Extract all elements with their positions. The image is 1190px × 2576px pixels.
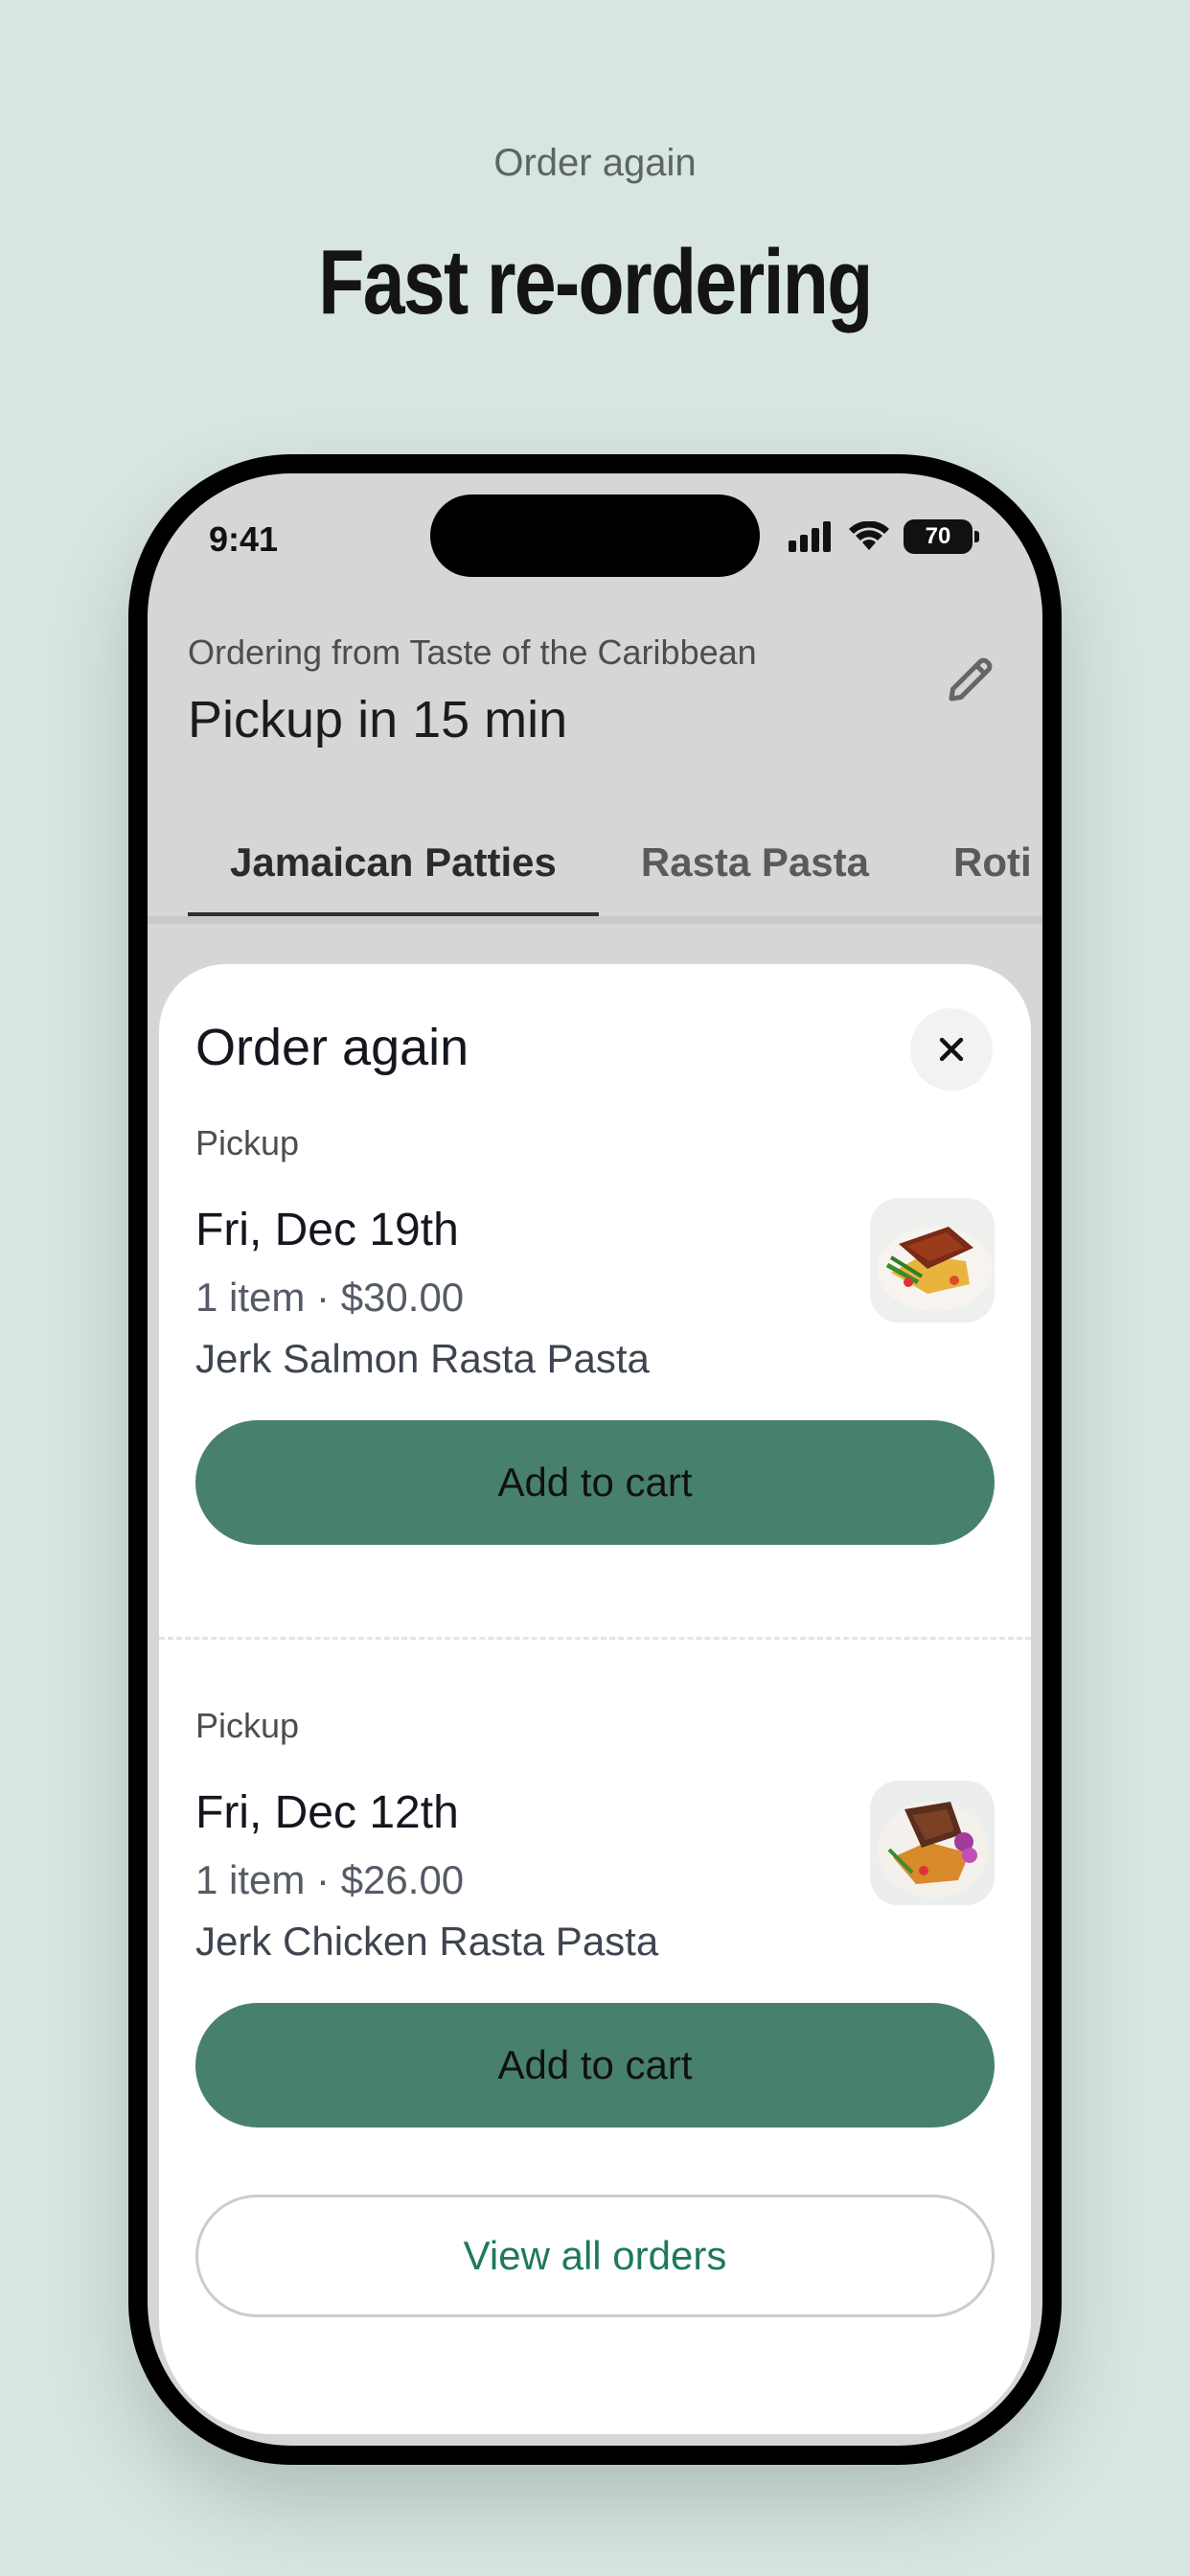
edit-button[interactable] <box>937 646 1004 713</box>
add-to-cart-button[interactable]: Add to cart <box>195 1420 995 1545</box>
order-date: Fri, Dec 12th <box>195 1787 459 1838</box>
eyebrow-text: Order again <box>493 142 697 184</box>
phone-screen: 9:41 70 Ordering from Taste of the Carib… <box>148 473 1042 2446</box>
status-icons: 70 <box>789 519 979 554</box>
category-tabs: Jamaican Patties Rasta Pasta Roti <box>188 818 1042 922</box>
order-item-name: Jerk Chicken Rasta Pasta <box>195 1919 659 1964</box>
order-thumbnail <box>870 1781 995 1905</box>
phone-frame: 9:41 70 Ordering from Taste of the Carib… <box>128 454 1062 2465</box>
status-time: 9:41 <box>209 519 279 559</box>
close-button[interactable] <box>910 1008 993 1091</box>
tabs-divider <box>148 916 1042 924</box>
pickup-time-title: Pickup in 15 min <box>188 691 568 748</box>
order-divider <box>159 1637 1031 1640</box>
dynamic-island <box>430 494 760 577</box>
battery-level: 70 <box>904 519 973 554</box>
page: Order again Fast re-ordering 9:41 70 Ord… <box>0 0 1190 2576</box>
order-date: Fri, Dec 19th <box>195 1205 459 1255</box>
ordering-from-text: Ordering from Taste of the Caribbean <box>188 632 757 672</box>
battery-icon: 70 <box>904 519 979 554</box>
headline: Fast re-ordering <box>318 231 873 334</box>
order-type: Pickup <box>195 1123 300 1162</box>
order-item-name: Jerk Salmon Rasta Pasta <box>195 1336 650 1381</box>
tab-roti[interactable]: Roti <box>911 818 1042 922</box>
order-card: Pickup Fri, Dec 19th 1 item · $30.00 Jer… <box>195 1123 995 1564</box>
order-again-sheet: Order again Pickup Fri, Dec 19th 1 item … <box>159 964 1031 2434</box>
order-meta: 1 item · $26.00 <box>195 1857 465 1902</box>
view-all-orders-button[interactable]: View all orders <box>195 2195 995 2317</box>
close-icon <box>939 1037 964 1062</box>
pencil-icon <box>949 657 993 702</box>
order-meta: 1 item · $30.00 <box>195 1275 465 1320</box>
tab-jamaican-patties[interactable]: Jamaican Patties <box>188 818 599 922</box>
tab-rasta-pasta[interactable]: Rasta Pasta <box>599 818 911 922</box>
order-thumbnail <box>870 1198 995 1322</box>
wifi-icon <box>849 521 889 550</box>
order-card: Pickup Fri, Dec 12th 1 item · $26.00 Jer… <box>195 1706 995 2147</box>
add-to-cart-button[interactable]: Add to cart <box>195 2003 995 2128</box>
sheet-title: Order again <box>195 1019 469 1076</box>
cellular-signal-icon <box>789 521 831 552</box>
order-type: Pickup <box>195 1706 300 1745</box>
